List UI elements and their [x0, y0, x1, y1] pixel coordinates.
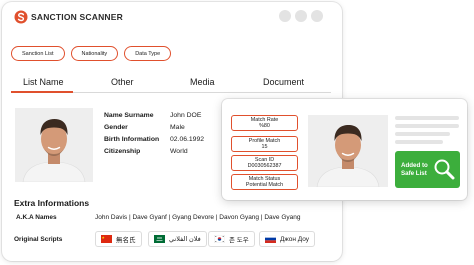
placeholder-line-2	[395, 124, 459, 128]
match-rate-field: Match Rate %80	[231, 115, 298, 131]
filter-sanction-list[interactable]: Sanction List	[11, 46, 65, 61]
gender-value: Male	[170, 124, 185, 131]
china-flag-icon	[101, 235, 112, 243]
add-to-safe-list-button[interactable]: Added to Safe List	[395, 151, 460, 188]
match-card: Match Rate %80 Profile Match 15 Scan ID …	[222, 99, 467, 200]
saudi-flag-icon	[154, 235, 165, 243]
tab-document[interactable]: Document	[263, 77, 304, 87]
window-dot-3[interactable]	[311, 10, 323, 22]
placeholder-line-3	[395, 132, 450, 136]
match-person-image	[308, 115, 388, 187]
korea-flag-icon	[214, 235, 225, 243]
match-photo	[308, 115, 388, 187]
logo: SANCTION SCANNER	[14, 10, 123, 24]
placeholder-line-4	[395, 140, 443, 144]
gender-label: Gender	[104, 124, 128, 131]
match-status-value: Potential Match	[245, 182, 284, 188]
aka-names-label: A.K.A Names	[16, 214, 57, 221]
filter-data-type[interactable]: Data Type	[124, 46, 172, 61]
filter-bar: Sanction List Nationality Data Type	[11, 46, 172, 61]
profile-match-value: 15	[261, 144, 268, 150]
russia-flag-icon	[265, 235, 276, 243]
match-rate-value: %80	[259, 123, 270, 129]
script-chip-arabic: فلان الفلاني	[148, 231, 207, 247]
window-dot-1[interactable]	[279, 10, 291, 22]
scan-id-field: Scan ID D0030562387	[231, 155, 298, 171]
script-chip-russian: Джон Доу	[259, 231, 316, 247]
birth-label: Birth Information	[104, 136, 160, 143]
profile-person-image	[15, 108, 93, 182]
active-tab-indicator	[11, 91, 73, 93]
script-text-korean: 존 도우	[229, 237, 249, 244]
magnifier-icon	[434, 159, 455, 180]
tab-list-name[interactable]: List Name	[23, 77, 64, 87]
profile-match-field: Profile Match 15	[231, 136, 298, 152]
window-dot-2[interactable]	[295, 10, 307, 22]
birth-value: 02.06.1992	[170, 136, 205, 143]
app-name: SANCTION SCANNER	[31, 12, 123, 22]
tab-other[interactable]: Other	[111, 77, 134, 87]
match-status-field: Match Status Potential Match	[231, 174, 298, 190]
extra-info-title: Extra Informations	[14, 198, 90, 208]
aka-names-list: John Davis | Dave Gyanf | Gyang Devore |…	[95, 214, 301, 221]
script-chip-chinese: 無名氏	[95, 231, 142, 247]
name-value: John DOE	[170, 112, 202, 119]
script-text-russian: Джон Доу	[280, 235, 310, 243]
name-label: Name Surname	[104, 112, 154, 119]
sanction-scanner-logo-icon	[14, 10, 28, 24]
placeholder-line-1	[395, 116, 459, 120]
citizenship-value: World	[170, 148, 188, 155]
safe-list-button-label: Added to Safe List	[401, 161, 428, 177]
script-chip-korean: 존 도우	[208, 231, 255, 247]
script-text-chinese: 無名氏	[116, 237, 136, 244]
tab-media[interactable]: Media	[190, 77, 215, 87]
tab-bar: List Name Other Media Document	[11, 74, 331, 93]
original-scripts-label: Original Scripts	[14, 236, 63, 243]
scan-id-value: D0030562387	[247, 163, 282, 169]
script-text-arabic: فلان الفلاني	[169, 236, 201, 243]
profile-photo	[15, 108, 93, 182]
citizenship-label: Citizenship	[104, 148, 141, 155]
filter-nationality[interactable]: Nationality	[70, 46, 119, 61]
